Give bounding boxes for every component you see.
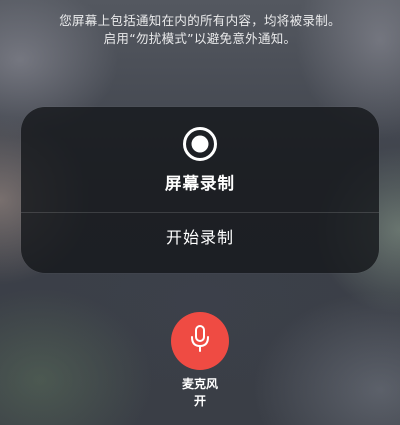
microphone-toggle-button[interactable]	[171, 312, 229, 370]
microphone-state: 开	[193, 394, 206, 408]
notice-line-1: 您屏幕上包括通知在内的所有内容，均将被录制。	[59, 13, 341, 28]
microphone-label: 麦克风	[181, 377, 218, 391]
recording-notice: 您屏幕上包括通知在内的所有内容，均将被录制。 启用“勿扰模式”以避免意外通知。	[0, 12, 400, 48]
start-recording-button[interactable]: 开始录制	[21, 213, 379, 273]
record-icon	[182, 126, 218, 162]
microphone-icon	[189, 324, 211, 358]
screen-recording-title: 屏幕录制	[165, 174, 235, 193]
notice-line-2: 启用“勿扰模式”以避免意外通知。	[103, 31, 297, 46]
start-recording-label: 开始录制	[165, 228, 234, 247]
screen-recording-card: 屏幕录制 开始录制	[21, 107, 379, 273]
screen-recording-header: 屏幕录制	[21, 107, 379, 212]
